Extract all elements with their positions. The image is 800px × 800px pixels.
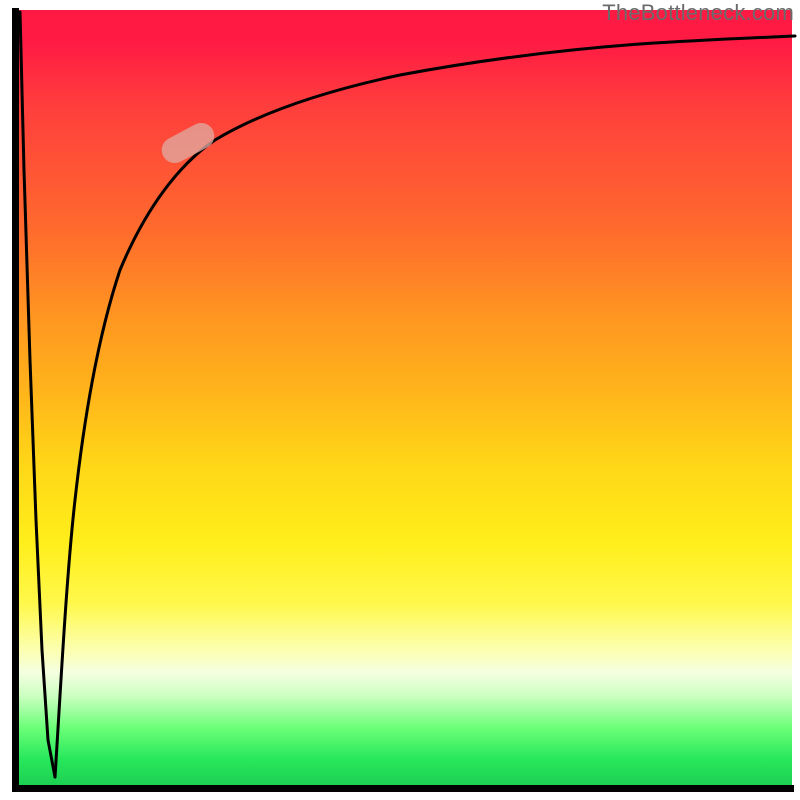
- bottleneck-chart: TheBottleneck.com: [0, 0, 800, 800]
- watermark-text: TheBottleneck.com: [602, 0, 794, 26]
- y-axis: [12, 8, 19, 792]
- plot-gradient-background: [12, 10, 792, 790]
- x-axis: [12, 785, 794, 792]
